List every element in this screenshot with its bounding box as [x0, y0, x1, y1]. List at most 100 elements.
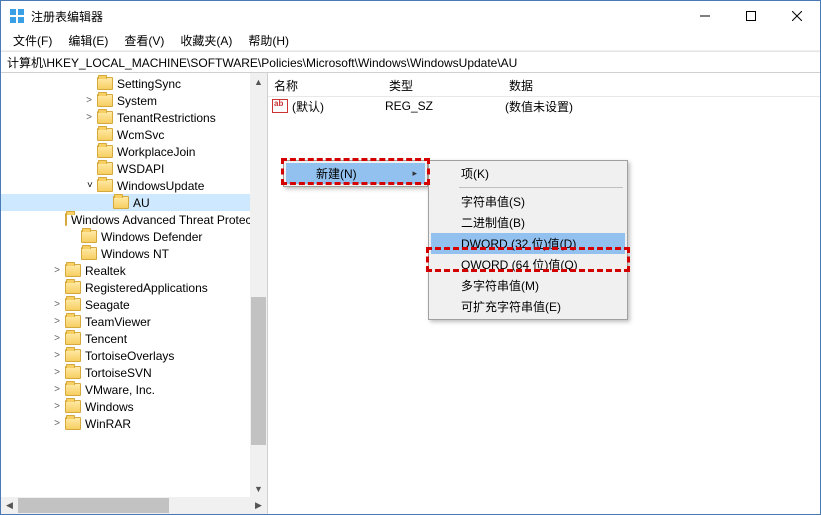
row-data: (数值未设置): [505, 98, 573, 115]
submenu-expand[interactable]: 可扩充字符串值(E): [431, 296, 625, 317]
tree-item-winrar[interactable]: WinRAR: [1, 415, 250, 432]
window-controls: [682, 1, 820, 31]
tree-label: SettingSync: [117, 77, 181, 91]
scroll-left-icon[interactable]: ◀: [1, 497, 18, 514]
expander-icon[interactable]: [49, 266, 65, 276]
menu-edit[interactable]: 编辑(E): [60, 30, 116, 51]
tree-label: TortoiseSVN: [85, 366, 152, 380]
tree-item-windowsupdate[interactable]: WindowsUpdate: [1, 177, 250, 194]
tree-item-settingsync[interactable]: SettingSync: [1, 75, 250, 92]
folder-icon: [65, 281, 81, 294]
tree-label: TeamViewer: [85, 315, 151, 329]
address-text: 计算机\HKEY_LOCAL_MACHINE\SOFTWARE\Policies…: [7, 54, 517, 71]
submenu-dword-label: DWORD (32 位)值(D): [461, 235, 576, 252]
folder-icon: [65, 315, 81, 328]
tree-item-tortoiseoverlays[interactable]: TortoiseOverlays: [1, 347, 250, 364]
expander-icon[interactable]: [49, 385, 65, 395]
close-button[interactable]: [774, 1, 820, 31]
tree-item-windows-nt[interactable]: Windows NT: [1, 245, 250, 262]
tree-item-tortoisesvn[interactable]: TortoiseSVN: [1, 364, 250, 381]
scroll-right-icon[interactable]: ▶: [250, 497, 267, 514]
expander-icon[interactable]: [49, 351, 65, 361]
folder-icon: [97, 77, 113, 90]
list-body[interactable]: (默认)REG_SZ(数值未设置): [268, 97, 820, 115]
tree-label: System: [117, 94, 157, 108]
tree-label: Seagate: [85, 298, 130, 312]
submenu-string[interactable]: 字符串值(S): [431, 191, 625, 212]
tree-label: WorkplaceJoin: [117, 145, 195, 159]
col-data[interactable]: 数据: [503, 73, 820, 96]
tree-item-windows[interactable]: Windows: [1, 398, 250, 415]
minimize-button[interactable]: [682, 1, 728, 31]
tree-item-tencent[interactable]: Tencent: [1, 330, 250, 347]
folder-icon: [65, 349, 81, 362]
folder-icon: [65, 383, 81, 396]
tree-label: TortoiseOverlays: [85, 349, 174, 363]
col-name[interactable]: 名称: [268, 73, 383, 96]
tree-item-realtek[interactable]: Realtek: [1, 262, 250, 279]
menu-favorites[interactable]: 收藏夹(A): [172, 30, 240, 51]
maximize-button[interactable]: [728, 1, 774, 31]
expander-icon[interactable]: [81, 177, 97, 195]
folder-icon: [97, 162, 113, 175]
submenu-multi-label: 多字符串值(M): [461, 277, 539, 294]
scroll-up-icon[interactable]: ▲: [250, 73, 267, 90]
tree-label: Windows NT: [101, 247, 169, 261]
context-submenu-new[interactable]: 项(K) 字符串值(S) 二进制值(B) DWORD (32 位)值(D) QW…: [428, 160, 628, 320]
tree-item-windows-advanced-threat-protection[interactable]: Windows Advanced Threat Protection: [1, 211, 250, 228]
tree-item-windows-defender[interactable]: Windows Defender: [1, 228, 250, 245]
expander-icon[interactable]: [81, 113, 97, 123]
titlebar: 注册表编辑器: [1, 1, 820, 31]
list-row[interactable]: (默认)REG_SZ(数值未设置): [268, 97, 820, 115]
tree-item-seagate[interactable]: Seagate: [1, 296, 250, 313]
expander-icon[interactable]: [49, 402, 65, 412]
tree-label: Windows Defender: [101, 230, 202, 244]
submenu-key[interactable]: 项(K): [431, 163, 625, 184]
folder-icon: [65, 213, 67, 226]
context-menu-main[interactable]: 新建(N): [283, 160, 428, 187]
folder-icon: [97, 145, 113, 158]
tree-item-au[interactable]: AU: [1, 194, 250, 211]
tree-item-system[interactable]: System: [1, 92, 250, 109]
expander-icon[interactable]: [49, 419, 65, 429]
tree-item-wsdapi[interactable]: WSDAPI: [1, 160, 250, 177]
col-type[interactable]: 类型: [383, 73, 503, 96]
expander-icon[interactable]: [49, 334, 65, 344]
address-bar[interactable]: 计算机\HKEY_LOCAL_MACHINE\SOFTWARE\Policies…: [1, 51, 820, 73]
tree-view[interactable]: SettingSync SystemTenantRestrictions WcmSv…: [1, 73, 250, 434]
expander-icon[interactable]: [49, 317, 65, 327]
tree-label: WcmSvc: [117, 128, 164, 142]
row-name: (默认): [292, 98, 385, 115]
menu-new[interactable]: 新建(N): [286, 163, 425, 184]
tree-item-vmware-inc-[interactable]: VMware, Inc.: [1, 381, 250, 398]
expander-icon[interactable]: [49, 300, 65, 310]
tree-label: Tencent: [85, 332, 127, 346]
folder-icon: [97, 94, 113, 107]
folder-icon: [81, 230, 97, 243]
submenu-dword[interactable]: DWORD (32 位)值(D): [431, 233, 625, 254]
tree-label: Windows: [85, 400, 134, 414]
hscroll-row: ◀ ▶: [1, 497, 820, 514]
tree-item-registeredapplications[interactable]: RegisteredApplications: [1, 279, 250, 296]
folder-icon: [65, 417, 81, 430]
menu-help[interactable]: 帮助(H): [240, 30, 297, 51]
expander-icon[interactable]: [49, 368, 65, 378]
row-type: REG_SZ: [385, 99, 505, 113]
scroll-down-icon[interactable]: ▼: [250, 480, 267, 497]
folder-icon: [97, 179, 113, 192]
tree-label: AU: [133, 196, 150, 210]
folder-icon: [65, 400, 81, 413]
tree-item-workplacejoin[interactable]: WorkplaceJoin: [1, 143, 250, 160]
submenu-binary[interactable]: 二进制值(B): [431, 212, 625, 233]
tree-item-wcmsvc[interactable]: WcmSvc: [1, 126, 250, 143]
menu-view[interactable]: 查看(V): [116, 30, 172, 51]
tree-item-teamviewer[interactable]: TeamViewer: [1, 313, 250, 330]
submenu-multi[interactable]: 多字符串值(M): [431, 275, 625, 296]
submenu-qword[interactable]: QWORD (64 位)值(Q): [431, 254, 625, 275]
tree-vscrollbar[interactable]: ▲ ▼: [250, 73, 267, 497]
folder-icon: [97, 128, 113, 141]
tree-hscrollbar[interactable]: ◀ ▶: [1, 497, 268, 514]
menu-file[interactable]: 文件(F): [5, 30, 60, 51]
expander-icon[interactable]: [81, 96, 97, 106]
tree-item-tenantrestrictions[interactable]: TenantRestrictions: [1, 109, 250, 126]
